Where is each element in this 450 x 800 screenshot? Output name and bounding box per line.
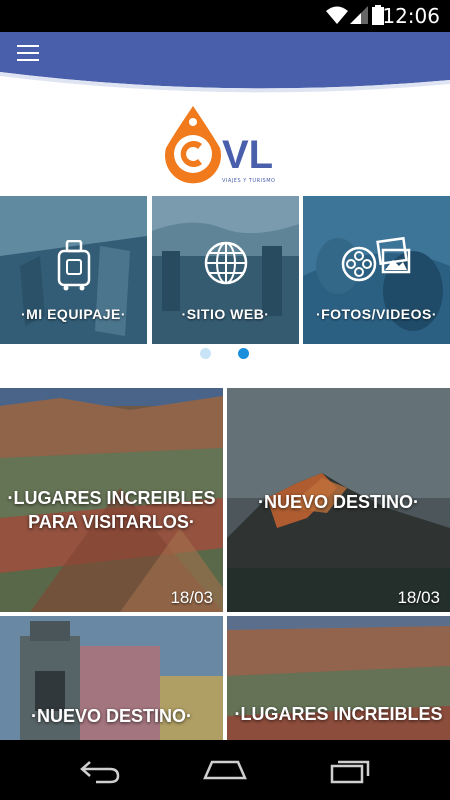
tile-date: 18/03 (170, 588, 213, 607)
status-time: 12:06 (382, 4, 440, 28)
signal-icon (350, 6, 368, 24)
home-icon[interactable] (202, 758, 248, 784)
tile-title: ·LUGARES INCREIBLES (234, 704, 443, 724)
brand-logo: VL VIAJES Y TURISMO (160, 104, 295, 189)
status-bar: 12:06 (0, 0, 450, 32)
app-bar-background (0, 32, 450, 93)
recents-icon[interactable] (330, 758, 372, 784)
destination-tile[interactable]: ·NUEVO DESTINO· (0, 616, 223, 740)
menu-icon (14, 45, 48, 61)
tile-title: ·LUGARES INCREIBLES PARA VISITARLOS· (7, 488, 216, 532)
app-screen: 12:06 VL VIAJES Y TURISMO ·MI EQUIPAJE· … (0, 0, 450, 800)
pager-dot-2-active[interactable] (238, 348, 249, 359)
pager-dot-1[interactable] (200, 348, 211, 359)
system-nav-bar (0, 740, 450, 800)
destination-tile[interactable]: ·NUEVO DESTINO· 18/03 (227, 388, 450, 612)
logo-tagline: VIAJES Y TURISMO (222, 178, 275, 184)
card-fotos-videos[interactable]: ·FOTOS/VIDEOS· (303, 196, 450, 344)
card-label: ·FOTOS/VIDEOS· (315, 306, 438, 322)
menu-button[interactable] (14, 40, 48, 66)
tile-date: 18/03 (397, 588, 440, 607)
card-label: ·SITIO WEB· (181, 306, 270, 322)
destination-tile[interactable]: ·LUGARES INCREIBLES (227, 616, 450, 740)
globe-icon (204, 241, 247, 285)
card-mi-equipaje[interactable]: ·MI EQUIPAJE· (0, 196, 147, 344)
tile-title: ·NUEVO DESTINO· (30, 706, 192, 726)
logo-text: VL (222, 133, 273, 177)
media-icon (341, 236, 410, 282)
carousel-pager (0, 348, 450, 362)
destinations-grid: ·LUGARES INCREIBLES PARA VISITARLOS· 18/… (0, 388, 450, 740)
app-bar (0, 32, 450, 94)
card-label: ·MI EQUIPAJE· (20, 306, 127, 322)
luggage-icon (57, 240, 90, 291)
back-icon[interactable] (78, 758, 122, 784)
tile-title: ·NUEVO DESTINO· (257, 492, 419, 512)
quick-links-carousel[interactable]: ·MI EQUIPAJE· ·SITIO WEB· ·FOTOS/VIDEOS· (0, 196, 450, 344)
card-sitio-web[interactable]: ·SITIO WEB· (152, 196, 299, 344)
wifi-icon (326, 6, 348, 24)
destination-tile[interactable]: ·LUGARES INCREIBLES PARA VISITARLOS· 18/… (0, 388, 223, 612)
